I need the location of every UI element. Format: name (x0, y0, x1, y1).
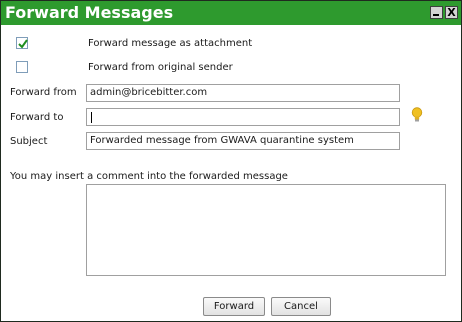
subject-field[interactable]: Forwarded message from GWAVA quarantine … (86, 132, 400, 150)
original-sender-label: Forward from original sender (88, 62, 233, 73)
forward-button[interactable]: Forward (203, 297, 265, 316)
checkmark-icon (18, 39, 28, 49)
from-label: Forward from (10, 87, 77, 98)
cancel-button[interactable]: Cancel (271, 297, 331, 316)
subject-label: Subject (10, 136, 48, 147)
dialog-title: Forward Messages (5, 3, 174, 22)
titlebar[interactable]: Forward Messages X (1, 1, 461, 25)
forward-messages-dialog: Forward Messages X Forward message as at… (0, 0, 462, 322)
minimize-icon[interactable] (430, 6, 443, 19)
to-field[interactable] (86, 108, 400, 126)
attachment-label: Forward message as attachment (88, 38, 253, 49)
close-icon[interactable]: X (445, 6, 458, 19)
attachment-checkbox[interactable] (16, 37, 28, 49)
lightbulb-icon[interactable] (411, 107, 423, 123)
comment-textarea[interactable] (86, 184, 446, 276)
to-label: Forward to (10, 112, 64, 123)
comment-prompt: You may insert a comment into the forwar… (10, 171, 288, 182)
text-cursor (91, 112, 92, 123)
original-sender-checkbox[interactable] (16, 61, 28, 73)
from-field[interactable]: admin@bricebitter.com (86, 84, 400, 102)
